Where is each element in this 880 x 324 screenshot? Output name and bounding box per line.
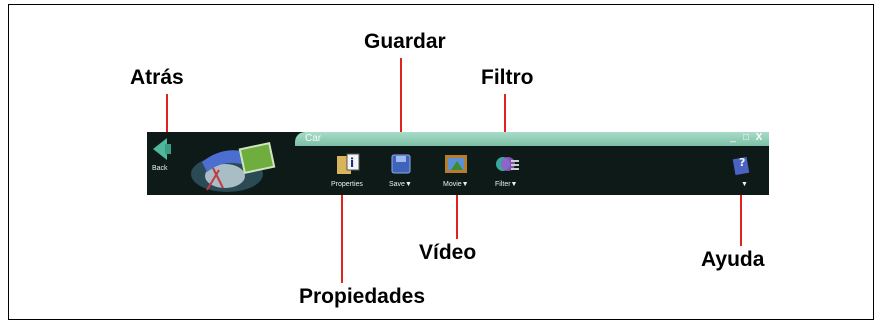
save-label: Save▼ — [389, 181, 412, 188]
callout-save: Guardar — [364, 30, 446, 53]
help-icon: ? — [732, 156, 750, 176]
close-button[interactable]: X — [754, 133, 764, 143]
maximize-button[interactable]: □ — [741, 133, 751, 143]
window-titlebar[interactable]: Car — [295, 132, 769, 146]
svg-text:?: ? — [739, 156, 745, 169]
filter-button[interactable]: Filter▼ — [489, 152, 525, 192]
back-arrow-icon — [153, 138, 171, 160]
filter-label: Filter▼ — [495, 181, 518, 188]
callout-help: Ayuda — [701, 248, 765, 271]
callout-properties: Propiedades — [299, 285, 426, 308]
help-label: ▼ — [741, 181, 748, 188]
properties-icon: i — [337, 153, 360, 174]
back-button[interactable]: Back — [149, 136, 175, 176]
properties-button[interactable]: i Properties — [327, 152, 371, 192]
movie-icon — [445, 155, 467, 173]
callout-filter: Filtro — [481, 66, 534, 89]
movie-label: Movie▼ — [443, 181, 469, 188]
back-label: Back — [152, 165, 168, 172]
callout-line-properties — [341, 188, 343, 283]
properties-label: Properties — [331, 181, 363, 188]
app-toolbar: Car _ □ X Back i Properties Save▼ Movie▼… — [147, 132, 769, 195]
help-button[interactable]: ? ▼ — [723, 152, 757, 192]
callout-video: Vídeo — [419, 241, 477, 264]
movie-button[interactable]: Movie▼ — [437, 152, 477, 192]
save-button[interactable]: Save▼ — [383, 152, 419, 192]
window-title: Car — [305, 133, 322, 144]
callout-back: Atrás — [130, 66, 184, 89]
minimize-button[interactable]: _ — [728, 133, 738, 143]
filter-icon — [496, 157, 519, 171]
svg-text:i: i — [350, 156, 354, 170]
save-disk-icon — [391, 154, 411, 174]
app-logo-graphic — [191, 141, 276, 192]
